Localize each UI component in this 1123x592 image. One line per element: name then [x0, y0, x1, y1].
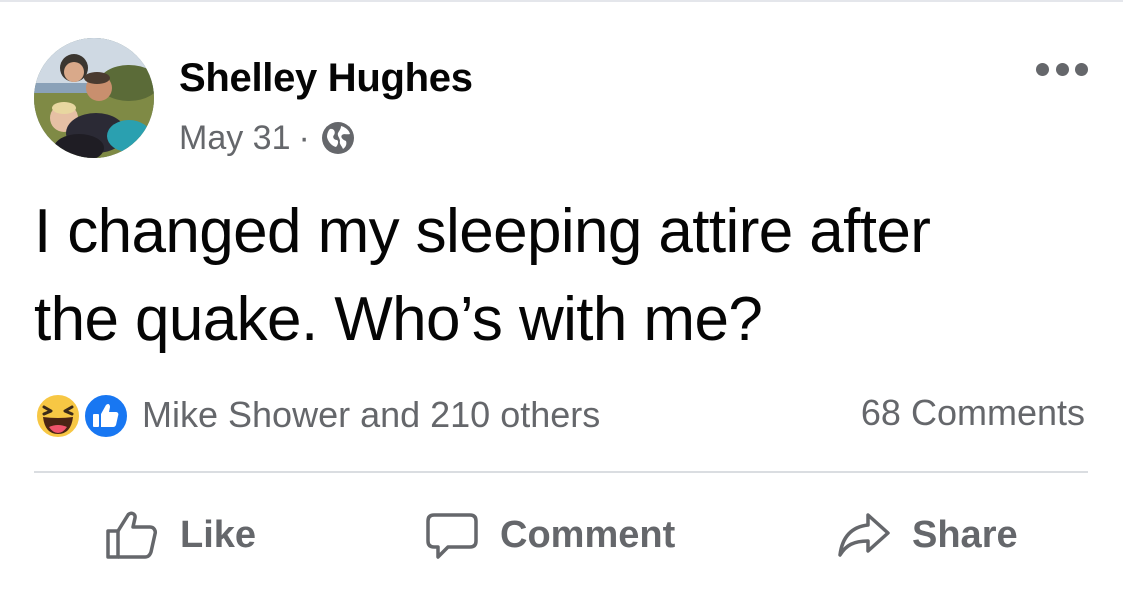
actions-divider	[34, 471, 1088, 473]
more-dot	[1055, 62, 1069, 76]
top-divider	[0, 0, 1123, 2]
meta-separator: ·	[298, 118, 310, 157]
author-name[interactable]: Shelley Hughes	[179, 56, 473, 101]
share-icon	[838, 513, 890, 557]
post-text: I changed my sleeping attire after the q…	[34, 188, 1104, 364]
reaction-icons[interactable]	[34, 390, 134, 440]
comments-count[interactable]: 68 Comments	[861, 392, 1085, 434]
reaction-summary[interactable]: Mike Shower and 210 others	[142, 394, 600, 436]
haha-reaction-icon	[35, 393, 81, 439]
avatar-photo	[34, 38, 154, 158]
more-dot	[1075, 62, 1088, 76]
like-label: Like	[180, 513, 257, 556]
more-options-icon[interactable]	[1036, 58, 1088, 80]
share-button[interactable]: Share	[836, 505, 1018, 565]
like-button[interactable]: Like	[104, 505, 256, 565]
comment-button[interactable]: Comment	[424, 505, 675, 565]
comment-icon	[426, 513, 478, 559]
share-label: Share	[912, 513, 1018, 556]
avatar[interactable]	[34, 38, 154, 158]
comment-label: Comment	[500, 513, 676, 556]
post-text-line: the quake. Who’s with me?	[34, 285, 763, 354]
post-text-line: I changed my sleeping attire after	[34, 197, 931, 266]
more-dot	[1036, 62, 1049, 76]
reactions-bar[interactable]: Mike Shower and 210 others	[34, 390, 600, 440]
globe-icon[interactable]	[320, 120, 356, 156]
post-meta: May 31 ·	[179, 116, 356, 160]
thumbs-up-icon	[106, 511, 157, 559]
post-date[interactable]: May 31	[179, 119, 291, 158]
like-reaction-icon	[83, 393, 129, 439]
